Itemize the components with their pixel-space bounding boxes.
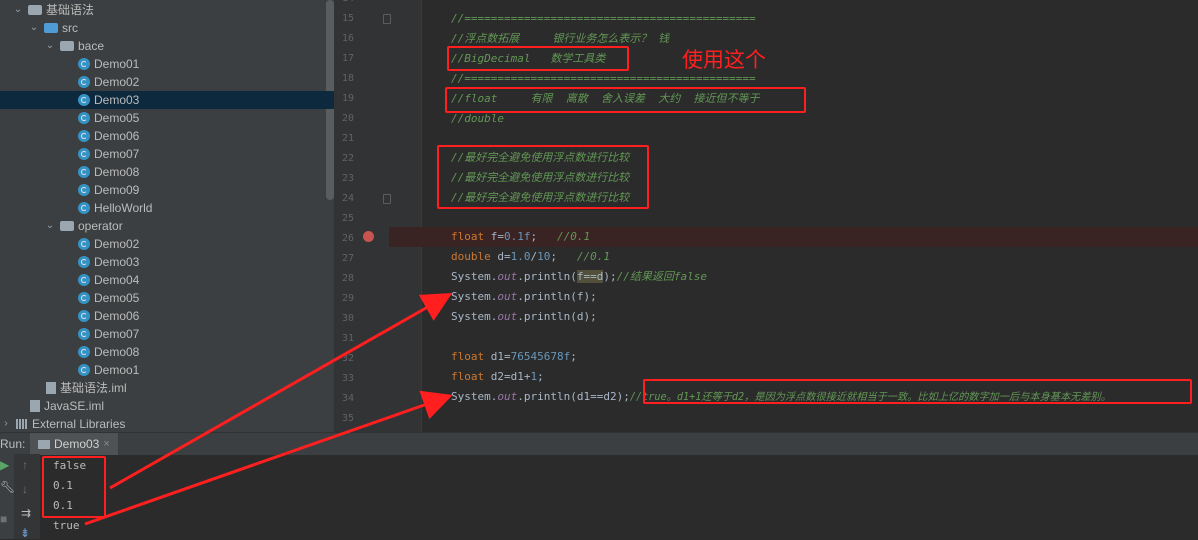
arrow-output-to-println <box>109 293 453 490</box>
arrow-true-to-comparison <box>84 390 453 526</box>
annotation-arrows <box>84 293 453 526</box>
